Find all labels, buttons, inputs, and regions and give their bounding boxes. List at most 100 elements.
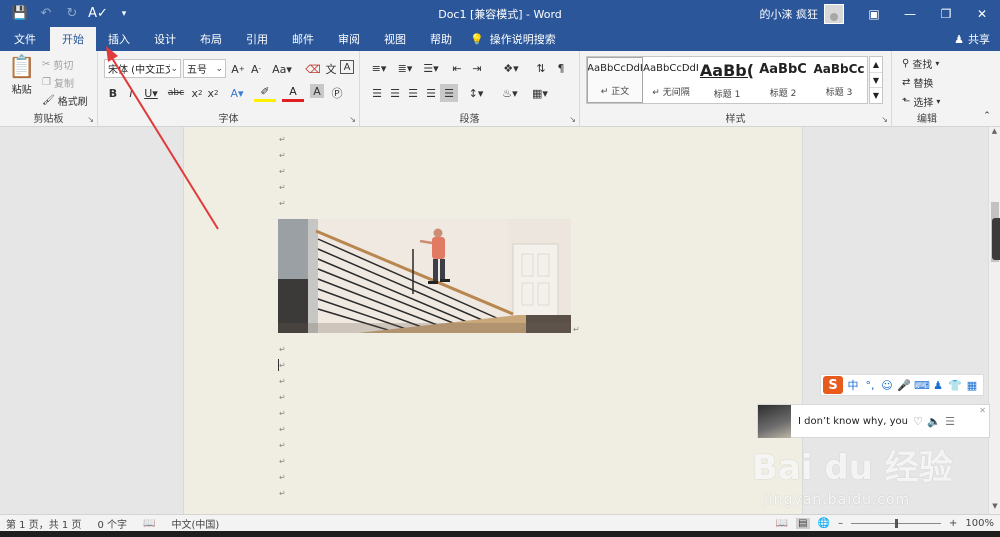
vertical-scrollbar[interactable]: ▲ ▼ [988, 127, 1000, 514]
shrink-font-icon[interactable]: A- [247, 60, 265, 78]
strikethrough-icon[interactable]: abc [166, 84, 186, 102]
restore-icon[interactable]: ❐ [928, 0, 964, 27]
select-button[interactable]: ⬑ 选择 ▾ [902, 94, 940, 109]
proofing-icon[interactable]: 📖 [143, 518, 155, 529]
sort-icon[interactable]: ⇅ [532, 59, 550, 77]
zoom-level[interactable]: 100% [965, 518, 994, 529]
tab-design[interactable]: 设计 [142, 27, 188, 51]
avatar[interactable] [824, 3, 844, 24]
read-mode-icon[interactable]: 📖 [776, 518, 788, 529]
punctuation-icon[interactable]: °, [863, 379, 877, 392]
line-spacing-icon[interactable]: ↕▾ [464, 84, 488, 102]
user-center-icon[interactable]: ♟ [931, 379, 945, 392]
align-right-icon[interactable]: ☰ [404, 84, 422, 102]
heart-icon[interactable]: ♡ [910, 415, 926, 428]
dialog-launcher-icon[interactable]: ↘ [87, 115, 94, 124]
word-count[interactable]: 0 个字 [97, 516, 127, 531]
tell-me-search[interactable]: 💡 操作说明搜索 [470, 27, 556, 51]
document-page[interactable]: ↵ ↵ ↵ ↵ ↵ ↵ ↵ ↵ ↵ ↵ ↵ ↵ ↵ ↵ ↵ ↵ [183, 127, 803, 514]
text-effects-icon[interactable]: A▾ [226, 84, 248, 102]
borders-icon[interactable]: ▦▾ [528, 84, 552, 102]
justify-icon[interactable]: ☰ [422, 84, 440, 102]
microphone-icon[interactable]: 🎤 [897, 379, 911, 392]
copy-button[interactable]: ❐ 复制 [42, 75, 74, 90]
toolbox-icon[interactable]: ▦ [965, 379, 979, 392]
customize-icon[interactable]: ▾ [112, 3, 136, 25]
spelling-icon[interactable]: A✓ [86, 3, 110, 25]
side-panel-handle[interactable] [992, 218, 1000, 260]
volume-icon[interactable]: 🔈 [926, 415, 942, 428]
dialog-launcher-icon[interactable]: ↘ [569, 115, 576, 124]
italic-icon[interactable]: I [122, 84, 140, 102]
shading-icon[interactable]: ♨▾ [498, 84, 522, 102]
zoom-slider-thumb[interactable] [895, 519, 899, 528]
tab-review[interactable]: 审阅 [326, 27, 372, 51]
change-case-icon[interactable]: Aa▾ [270, 60, 294, 78]
ribbon-display-options-icon[interactable]: ▣ [856, 0, 892, 27]
gallery-down-icon[interactable]: ▼ [870, 73, 882, 89]
dialog-launcher-icon[interactable]: ↘ [881, 115, 888, 124]
align-left-icon[interactable]: ☰ [368, 84, 386, 102]
superscript-icon[interactable]: x2 [204, 84, 222, 102]
redo-icon[interactable]: ↻ [60, 3, 84, 25]
bold-icon[interactable]: B [104, 84, 122, 102]
show-marks-icon[interactable]: ¶ [552, 59, 570, 77]
minimize-icon[interactable]: — [892, 0, 928, 27]
playlist-icon[interactable]: ☰ [942, 415, 958, 428]
increase-indent-icon[interactable]: ⇥ [468, 59, 486, 77]
scroll-up-icon[interactable]: ▲ [989, 127, 1000, 139]
style-heading-1[interactable]: AaBb( 标题 1 [699, 57, 755, 103]
page-count[interactable]: 第 1 页，共 1 页 [6, 516, 81, 531]
cut-button[interactable]: ✂ 剪切 [42, 57, 73, 72]
find-button[interactable]: ⚲ 查找 ▾ [902, 56, 939, 71]
zoom-slider[interactable] [851, 519, 942, 528]
zoom-in-icon[interactable]: + [949, 518, 957, 529]
save-icon[interactable]: 💾 [8, 3, 32, 25]
ime-mode[interactable]: 中 [846, 377, 860, 393]
format-painter-button[interactable]: 🖌 格式刷 [42, 93, 88, 108]
asian-layout-icon[interactable]: ❖▾ [500, 59, 522, 77]
font-size-select[interactable]: 五号 ⌄ [183, 59, 226, 78]
tab-references[interactable]: 引用 [234, 27, 280, 51]
font-color-icon[interactable]: A [282, 84, 304, 102]
tab-help[interactable]: 帮助 [418, 27, 464, 51]
emoji-icon[interactable]: ☺ [880, 379, 894, 392]
clear-formatting-icon[interactable]: ⌫ [304, 60, 322, 78]
tab-insert[interactable]: 插入 [96, 27, 142, 51]
share-button[interactable]: ♟ 共享 [954, 31, 990, 47]
enclose-characters-icon[interactable]: Ⓟ [328, 84, 346, 102]
undo-icon[interactable]: ↶ [34, 3, 58, 25]
grow-font-icon[interactable]: A + [229, 60, 247, 78]
numbering-icon[interactable]: ≣▾ [394, 59, 416, 77]
font-name-select[interactable]: 宋体 (中文正文 ⌄ [104, 59, 181, 78]
document-workspace[interactable]: ↵ ↵ ↵ ↵ ↵ ↵ ↵ ↵ ↵ ↵ ↵ ↵ ↵ ↵ ↵ ↵ [0, 127, 988, 514]
tab-layout[interactable]: 布局 [188, 27, 234, 51]
collapse-ribbon-icon[interactable]: ⌃ [978, 107, 996, 125]
bullets-icon[interactable]: ≡▾ [368, 59, 390, 77]
distributed-icon[interactable]: ☰ [440, 84, 458, 102]
tab-file[interactable]: 文件 [0, 27, 50, 51]
align-center-icon[interactable]: ☰ [386, 84, 404, 102]
highlight-icon[interactable]: ✐ [254, 84, 276, 102]
inserted-picture[interactable] [278, 219, 571, 333]
sogou-logo-icon[interactable]: S [823, 376, 843, 394]
skin-icon[interactable]: 👕 [948, 379, 962, 392]
decrease-indent-icon[interactable]: ⇤ [448, 59, 466, 77]
user-name[interactable]: 的小涞 疯狂 [760, 6, 819, 22]
close-icon[interactable]: ✕ [964, 0, 1000, 27]
web-layout-icon[interactable]: 🌐 [818, 518, 830, 529]
style-no-spacing[interactable]: AaBbCcDdI ↵ 无间隔 [643, 57, 699, 103]
character-border-icon[interactable]: A [340, 60, 354, 74]
scroll-down-icon[interactable]: ▼ [989, 502, 1000, 514]
style-normal[interactable]: AaBbCcDdI ↵ 正文 [587, 57, 643, 103]
close-icon[interactable]: ✕ [979, 406, 986, 415]
print-layout-icon[interactable]: ▤ [796, 518, 810, 529]
phonetic-guide-icon[interactable]: 文 [322, 60, 340, 78]
music-player-popup[interactable]: I don’t know why, you ♡ 🔈 ☰ ✕ [757, 404, 990, 438]
tab-view[interactable]: 视图 [372, 27, 418, 51]
gallery-more-icon[interactable]: ▼ [870, 88, 882, 103]
zoom-out-icon[interactable]: – [838, 518, 843, 529]
gallery-up-icon[interactable]: ▲ [870, 57, 882, 73]
dialog-launcher-icon[interactable]: ↘ [349, 115, 356, 124]
language-indicator[interactable]: 中文(中国) [171, 516, 219, 531]
